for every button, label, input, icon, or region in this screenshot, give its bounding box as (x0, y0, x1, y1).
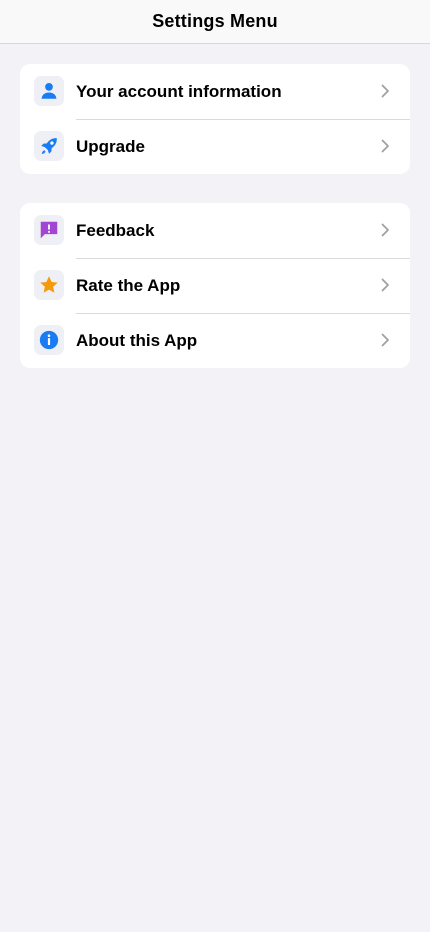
row-about-app[interactable]: About this App (20, 313, 410, 368)
row-account-info[interactable]: Your account information (20, 64, 410, 119)
settings-group-account: Your account information Upgrade (20, 64, 410, 174)
rocket-icon (34, 131, 64, 161)
chevron-right-icon (381, 84, 389, 98)
page-title: Settings Menu (152, 11, 278, 31)
person-icon (34, 76, 64, 106)
chevron-right-icon (381, 139, 389, 153)
chevron-right-icon (381, 333, 389, 347)
star-icon (34, 270, 64, 300)
row-label: Feedback (76, 221, 155, 240)
navigation-bar: Settings Menu (0, 0, 430, 44)
settings-group-support: Feedback Rate the App About this App (20, 203, 410, 368)
row-feedback[interactable]: Feedback (20, 203, 410, 258)
row-label: Upgrade (76, 137, 145, 156)
row-label: Your account information (76, 82, 282, 101)
chevron-right-icon (381, 278, 389, 292)
row-label: About this App (76, 331, 198, 350)
row-upgrade[interactable]: Upgrade (20, 119, 410, 174)
row-label: Rate the App (76, 276, 181, 295)
message-alert-icon (34, 215, 64, 245)
row-rate-app[interactable]: Rate the App (20, 258, 410, 313)
chevron-right-icon (381, 223, 389, 237)
info-icon (34, 325, 64, 355)
